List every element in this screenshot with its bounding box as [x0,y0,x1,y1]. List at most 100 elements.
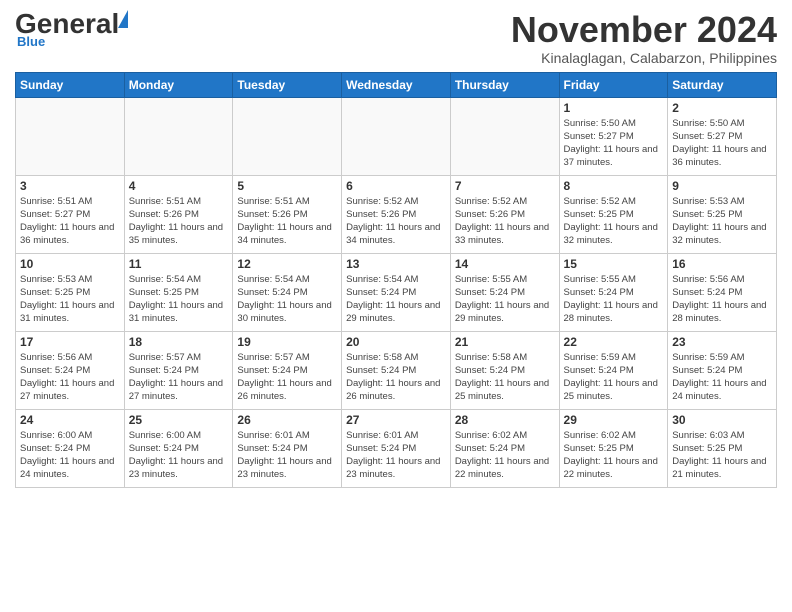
day-info: Sunrise: 6:00 AM Sunset: 5:24 PM Dayligh… [20,429,120,482]
weekday-header: Saturday [668,72,777,97]
day-info: Sunrise: 6:03 AM Sunset: 5:25 PM Dayligh… [672,429,772,482]
day-number: 3 [20,179,120,193]
calendar-cell: 6 Sunrise: 5:52 AM Sunset: 5:26 PM Daylig… [342,175,451,253]
calendar-week-row: 10 Sunrise: 5:53 AM Sunset: 5:25 PM Dayli… [16,253,777,331]
weekday-header: Monday [124,72,233,97]
day-info: Sunrise: 6:02 AM Sunset: 5:24 PM Dayligh… [455,429,555,482]
day-info: Sunrise: 5:52 AM Sunset: 5:26 PM Dayligh… [346,195,446,248]
day-info: Sunrise: 5:52 AM Sunset: 5:25 PM Dayligh… [564,195,664,248]
calendar-cell: 8 Sunrise: 5:52 AM Sunset: 5:25 PM Daylig… [559,175,668,253]
calendar-cell: 16 Sunrise: 5:56 AM Sunset: 5:24 PM Dayli… [668,253,777,331]
calendar-cell: 21 Sunrise: 5:58 AM Sunset: 5:24 PM Dayli… [450,331,559,409]
day-info: Sunrise: 5:51 AM Sunset: 5:26 PM Dayligh… [237,195,337,248]
day-info: Sunrise: 6:01 AM Sunset: 5:24 PM Dayligh… [237,429,337,482]
day-number: 16 [672,257,772,271]
calendar-cell [16,97,125,175]
day-number: 15 [564,257,664,271]
day-info: Sunrise: 5:56 AM Sunset: 5:24 PM Dayligh… [672,273,772,326]
page-header: General Blue November 2024 Kinalaglagan,… [15,10,777,66]
day-info: Sunrise: 5:57 AM Sunset: 5:24 PM Dayligh… [129,351,229,404]
day-info: Sunrise: 5:50 AM Sunset: 5:27 PM Dayligh… [564,117,664,170]
day-info: Sunrise: 5:55 AM Sunset: 5:24 PM Dayligh… [564,273,664,326]
calendar-cell: 12 Sunrise: 5:54 AM Sunset: 5:24 PM Dayli… [233,253,342,331]
calendar-cell: 20 Sunrise: 5:58 AM Sunset: 5:24 PM Dayli… [342,331,451,409]
calendar-cell: 27Sunrise: 6:01 AM Sunset: 5:24 PM Dayli… [342,409,451,487]
calendar-cell: 24 Sunrise: 6:00 AM Sunset: 5:24 PM Dayli… [16,409,125,487]
location-subtitle: Kinalaglagan, Calabarzon, Philippines [511,50,777,66]
calendar-cell: 23 Sunrise: 5:59 AM Sunset: 5:24 PM Dayli… [668,331,777,409]
weekday-header: Tuesday [233,72,342,97]
weekday-header: Sunday [16,72,125,97]
day-number: 30 [672,413,772,427]
day-number: 21 [455,335,555,349]
weekday-header: Wednesday [342,72,451,97]
day-number: 19 [237,335,337,349]
day-info: Sunrise: 5:51 AM Sunset: 5:27 PM Dayligh… [20,195,120,248]
weekday-header-row: SundayMondayTuesdayWednesdayThursdayFrid… [16,72,777,97]
day-info: Sunrise: 5:50 AM Sunset: 5:27 PM Dayligh… [672,117,772,170]
day-number: 17 [20,335,120,349]
day-info: Sunrise: 5:55 AM Sunset: 5:24 PM Dayligh… [455,273,555,326]
day-number: 18 [129,335,229,349]
day-info: Sunrise: 5:56 AM Sunset: 5:24 PM Dayligh… [20,351,120,404]
calendar-cell [124,97,233,175]
day-number: 23 [672,335,772,349]
day-number: 20 [346,335,446,349]
calendar-cell [342,97,451,175]
logo-triangle-icon [118,10,128,28]
calendar-cell: 29 Sunrise: 6:02 AM Sunset: 5:25 PM Dayli… [559,409,668,487]
day-number: 29 [564,413,664,427]
day-number: 1 [564,101,664,115]
day-info: Sunrise: 6:02 AM Sunset: 5:25 PM Dayligh… [564,429,664,482]
day-number: 8 [564,179,664,193]
day-info: Sunrise: 5:54 AM Sunset: 5:24 PM Dayligh… [237,273,337,326]
day-info: Sunrise: 6:00 AM Sunset: 5:24 PM Dayligh… [129,429,229,482]
calendar-cell: 28 Sunrise: 6:02 AM Sunset: 5:24 PM Dayli… [450,409,559,487]
day-number: 9 [672,179,772,193]
day-number: 10 [20,257,120,271]
calendar-cell: 25 Sunrise: 6:00 AM Sunset: 5:24 PM Dayli… [124,409,233,487]
calendar-cell [233,97,342,175]
day-info: Sunrise: 5:54 AM Sunset: 5:25 PM Dayligh… [129,273,229,326]
day-info: Sunrise: 5:58 AM Sunset: 5:24 PM Dayligh… [346,351,446,404]
day-number: 26 [237,413,337,427]
logo-blue: Blue [17,34,45,49]
day-info: Sunrise: 5:52 AM Sunset: 5:26 PM Dayligh… [455,195,555,248]
calendar-cell: 7Sunrise: 5:52 AM Sunset: 5:26 PM Daylig… [450,175,559,253]
day-info: Sunrise: 5:53 AM Sunset: 5:25 PM Dayligh… [672,195,772,248]
calendar-week-row: 3 Sunrise: 5:51 AM Sunset: 5:27 PM Daylig… [16,175,777,253]
calendar-cell: 4Sunrise: 5:51 AM Sunset: 5:26 PM Daylig… [124,175,233,253]
day-info: Sunrise: 5:54 AM Sunset: 5:24 PM Dayligh… [346,273,446,326]
day-number: 13 [346,257,446,271]
day-number: 28 [455,413,555,427]
day-number: 12 [237,257,337,271]
calendar-cell: 2 Sunrise: 5:50 AM Sunset: 5:27 PM Daylig… [668,97,777,175]
calendar-cell: 22Sunrise: 5:59 AM Sunset: 5:24 PM Dayli… [559,331,668,409]
calendar-cell: 26 Sunrise: 6:01 AM Sunset: 5:24 PM Dayli… [233,409,342,487]
calendar-week-row: 17 Sunrise: 5:56 AM Sunset: 5:24 PM Dayli… [16,331,777,409]
month-year-title: November 2024 [511,10,777,50]
day-number: 4 [129,179,229,193]
day-info: Sunrise: 5:58 AM Sunset: 5:24 PM Dayligh… [455,351,555,404]
day-number: 6 [346,179,446,193]
day-number: 5 [237,179,337,193]
day-number: 27 [346,413,446,427]
weekday-header: Thursday [450,72,559,97]
calendar-cell: 3 Sunrise: 5:51 AM Sunset: 5:27 PM Daylig… [16,175,125,253]
day-number: 2 [672,101,772,115]
day-number: 25 [129,413,229,427]
day-info: Sunrise: 5:57 AM Sunset: 5:24 PM Dayligh… [237,351,337,404]
day-info: Sunrise: 5:53 AM Sunset: 5:25 PM Dayligh… [20,273,120,326]
calendar-cell: 1 Sunrise: 5:50 AM Sunset: 5:27 PM Daylig… [559,97,668,175]
weekday-header: Friday [559,72,668,97]
day-info: Sunrise: 5:59 AM Sunset: 5:24 PM Dayligh… [672,351,772,404]
calendar-cell: 15 Sunrise: 5:55 AM Sunset: 5:24 PM Dayli… [559,253,668,331]
calendar-cell: 30 Sunrise: 6:03 AM Sunset: 5:25 PM Dayli… [668,409,777,487]
calendar-cell: 10 Sunrise: 5:53 AM Sunset: 5:25 PM Dayli… [16,253,125,331]
calendar-cell: 9 Sunrise: 5:53 AM Sunset: 5:25 PM Daylig… [668,175,777,253]
day-number: 24 [20,413,120,427]
calendar-table: SundayMondayTuesdayWednesdayThursdayFrid… [15,72,777,488]
calendar-cell [450,97,559,175]
calendar-week-row: 1 Sunrise: 5:50 AM Sunset: 5:27 PM Daylig… [16,97,777,175]
calendar-cell: 19 Sunrise: 5:57 AM Sunset: 5:24 PM Dayli… [233,331,342,409]
